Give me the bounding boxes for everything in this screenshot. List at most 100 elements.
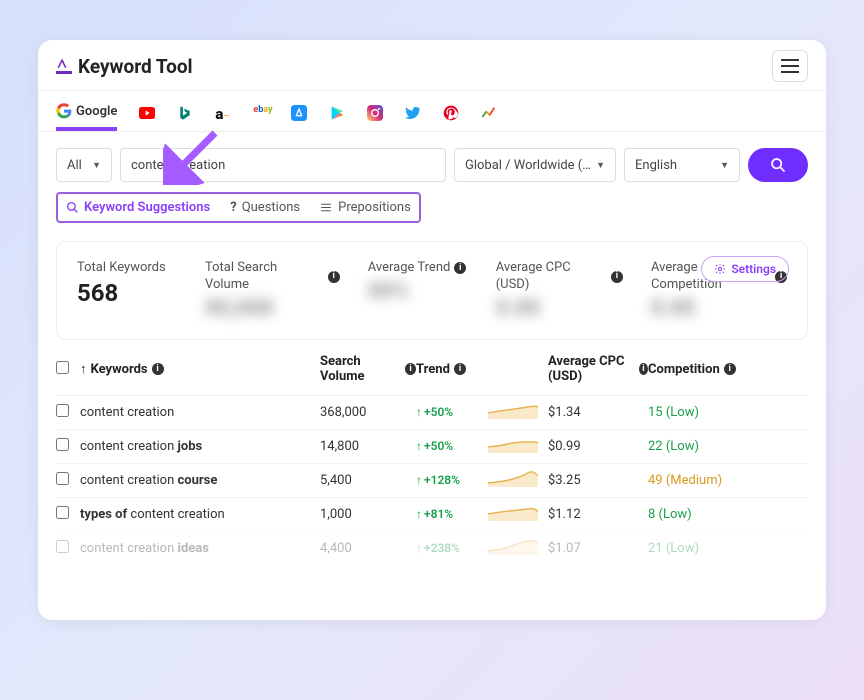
info-icon[interactable]: i bbox=[328, 271, 340, 283]
col-avg-cpc[interactable]: Average CPC (USD) i bbox=[548, 354, 648, 385]
search-button[interactable] bbox=[748, 148, 808, 182]
row-checkbox[interactable] bbox=[56, 472, 69, 485]
row-checkbox[interactable] bbox=[56, 438, 69, 451]
tab-label: Prepositions bbox=[338, 200, 411, 215]
cell-competition: 8 (Low) bbox=[648, 507, 758, 522]
arrow-up-icon: ↑ bbox=[416, 541, 422, 555]
keyword-input[interactable]: content creation bbox=[120, 148, 446, 182]
cell-keyword: content creation jobs bbox=[80, 439, 320, 454]
source-twitter[interactable] bbox=[405, 95, 421, 131]
cell-keyword: types of content creation bbox=[80, 507, 320, 522]
source-google[interactable]: Google bbox=[56, 95, 117, 131]
source-youtube[interactable] bbox=[139, 95, 155, 131]
language-select[interactable]: English ▼ bbox=[624, 148, 740, 182]
location-select[interactable]: Global / Worldwide (All C… ▼ bbox=[454, 148, 616, 182]
col-search-volume[interactable]: Search Volume i bbox=[320, 354, 416, 385]
stat-blurred-value: 8.88 bbox=[651, 296, 787, 321]
source-trends[interactable] bbox=[481, 95, 497, 131]
row-checkbox[interactable] bbox=[56, 404, 69, 417]
cell-keyword: content creation ideas bbox=[80, 541, 320, 556]
bing-icon bbox=[177, 105, 193, 121]
tab-label: Keyword Suggestions bbox=[84, 200, 210, 215]
select-all-checkbox[interactable] bbox=[56, 361, 69, 374]
stat-blurred-value: 8.88 bbox=[496, 296, 623, 321]
col-competition[interactable]: Competition i bbox=[648, 362, 758, 378]
info-icon[interactable]: i bbox=[405, 363, 416, 375]
source-google-label: Google bbox=[76, 104, 117, 119]
source-appstore[interactable] bbox=[291, 95, 307, 131]
question-icon: ? bbox=[230, 200, 236, 215]
stat-label: Average CPC (USD) bbox=[496, 260, 607, 294]
cell-cpc: $1.12 bbox=[548, 507, 648, 522]
cell-trend: ↑ +128% bbox=[416, 473, 488, 487]
table-row: content creation jobs 14,800 ↑ +50% $0.9… bbox=[56, 429, 808, 463]
arrow-up-icon: ↑ bbox=[416, 473, 422, 487]
row-checkbox[interactable] bbox=[56, 506, 69, 519]
tab-prepositions[interactable]: Prepositions bbox=[320, 200, 411, 215]
col-keywords[interactable]: ↑ Keywords i bbox=[80, 362, 320, 378]
info-icon[interactable]: i bbox=[724, 363, 736, 375]
cell-competition: 22 (Low) bbox=[648, 439, 758, 454]
settings-button[interactable]: Settings bbox=[701, 256, 789, 282]
stat-total-search-volume: Total Search Volume i 88,888 bbox=[205, 260, 340, 321]
info-icon[interactable]: i bbox=[454, 363, 466, 375]
row-checkbox[interactable] bbox=[56, 540, 69, 553]
stat-blurred-value: 88,888 bbox=[205, 296, 340, 321]
caret-icon: ▼ bbox=[92, 160, 101, 171]
google-icon bbox=[56, 103, 72, 119]
twitter-icon bbox=[405, 105, 421, 121]
caret-icon: ▼ bbox=[720, 160, 729, 171]
cell-sparkline bbox=[488, 537, 548, 559]
arrow-up-icon: ↑ bbox=[416, 507, 422, 521]
stat-average-cpc: Average CPC (USD) i 8.88 bbox=[496, 260, 623, 321]
info-icon[interactable]: i bbox=[152, 363, 164, 375]
search-row: All ▼ content creation Global / Worldwid… bbox=[38, 132, 826, 192]
cell-trend: ↑ +81% bbox=[416, 507, 488, 521]
table-row: types of content creation 1,000 ↑ +81% $… bbox=[56, 497, 808, 531]
brand-title: Keyword Tool bbox=[78, 55, 193, 78]
cell-volume: 1,000 bbox=[320, 507, 416, 522]
cell-sparkline bbox=[488, 401, 548, 423]
stat-average-trend: Average Trend i 88% bbox=[368, 260, 468, 304]
source-pinterest[interactable] bbox=[443, 95, 459, 131]
cell-cpc: $3.25 bbox=[548, 473, 648, 488]
result-type-tabs: Keyword Suggestions ? Questions Preposit… bbox=[56, 192, 421, 223]
col-trend[interactable]: Trend i bbox=[416, 362, 488, 378]
info-icon[interactable]: i bbox=[611, 271, 623, 283]
cell-trend: ↑ +50% bbox=[416, 439, 488, 453]
filter-value: All bbox=[67, 158, 82, 173]
cell-volume: 4,400 bbox=[320, 541, 416, 556]
location-value: Global / Worldwide (All C… bbox=[465, 158, 596, 173]
trends-icon bbox=[481, 105, 497, 121]
cell-volume: 368,000 bbox=[320, 405, 416, 420]
table-header: ↑ Keywords i Search Volume i Trend i Ave… bbox=[56, 354, 808, 395]
amazon-icon: a⌣ bbox=[215, 105, 231, 121]
stat-label: Average Trend bbox=[368, 260, 451, 277]
filter-select[interactable]: All ▼ bbox=[56, 148, 112, 182]
cell-competition: 15 (Low) bbox=[648, 405, 758, 420]
caret-icon: ▼ bbox=[596, 160, 605, 171]
source-instagram[interactable] bbox=[367, 95, 383, 131]
stat-label: Total Keywords bbox=[77, 260, 177, 277]
source-bing[interactable] bbox=[177, 95, 193, 131]
source-amazon[interactable]: a⌣ bbox=[215, 95, 231, 131]
menu-button[interactable] bbox=[772, 50, 808, 82]
source-ebay[interactable]: ebay bbox=[253, 95, 269, 131]
info-icon[interactable]: i bbox=[454, 262, 466, 274]
tab-questions[interactable]: ? Questions bbox=[230, 200, 300, 215]
cell-keyword: content creation bbox=[80, 405, 320, 420]
gear-icon bbox=[714, 263, 726, 275]
cell-competition: 49 (Medium) bbox=[648, 473, 758, 488]
results-table: ↑ Keywords i Search Volume i Trend i Ave… bbox=[38, 340, 826, 565]
source-playstore[interactable] bbox=[329, 95, 345, 131]
list-icon bbox=[320, 201, 333, 214]
tab-keyword-suggestions[interactable]: Keyword Suggestions bbox=[66, 200, 210, 215]
search-icon bbox=[66, 201, 79, 214]
cell-cpc: $1.34 bbox=[548, 405, 648, 420]
cell-cpc: $0.99 bbox=[548, 439, 648, 454]
instagram-icon bbox=[367, 105, 383, 121]
table-row: content creation course 5,400 ↑ +128% $3… bbox=[56, 463, 808, 497]
brand-icon bbox=[56, 58, 72, 74]
info-icon[interactable]: i bbox=[639, 363, 648, 375]
cell-keyword: content creation course bbox=[80, 473, 320, 488]
